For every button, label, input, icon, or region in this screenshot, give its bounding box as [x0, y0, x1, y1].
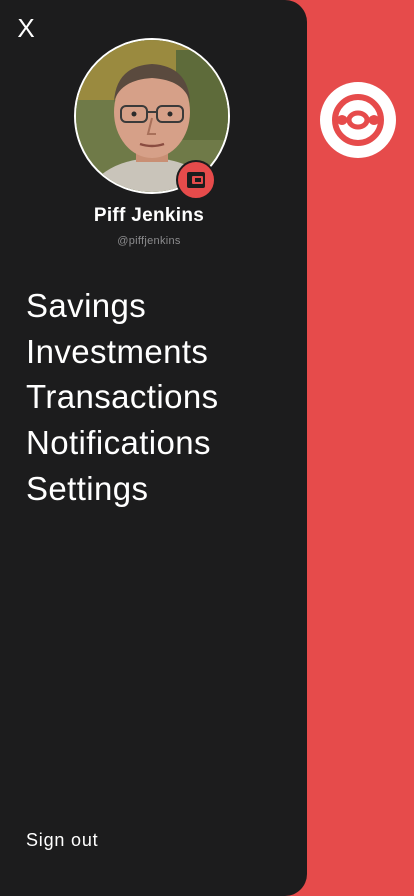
menu-item-settings[interactable]: Settings	[26, 466, 219, 512]
close-icon[interactable]: X	[14, 14, 38, 42]
wallet-icon	[176, 160, 216, 200]
menu-item-notifications[interactable]: Notifications	[26, 420, 219, 466]
sign-out-button[interactable]: Sign out	[26, 830, 98, 851]
app-screen: X Piff Jenkins @piffjenkins Savings Inve…	[0, 0, 414, 896]
profile-avatar-group[interactable]	[74, 38, 230, 200]
user-name: Piff Jenkins	[93, 205, 205, 226]
menu-item-investments[interactable]: Investments	[26, 329, 219, 375]
menu-item-savings[interactable]: Savings	[26, 283, 219, 329]
menu-item-transactions[interactable]: Transactions	[26, 374, 219, 420]
brand-logo-icon	[320, 82, 396, 158]
side-drawer: X Piff Jenkins @piffjenkins Savings Inve…	[0, 0, 307, 896]
drawer-menu: Savings Investments Transactions Notific…	[26, 283, 219, 512]
user-handle: @piffjenkins	[117, 235, 181, 247]
